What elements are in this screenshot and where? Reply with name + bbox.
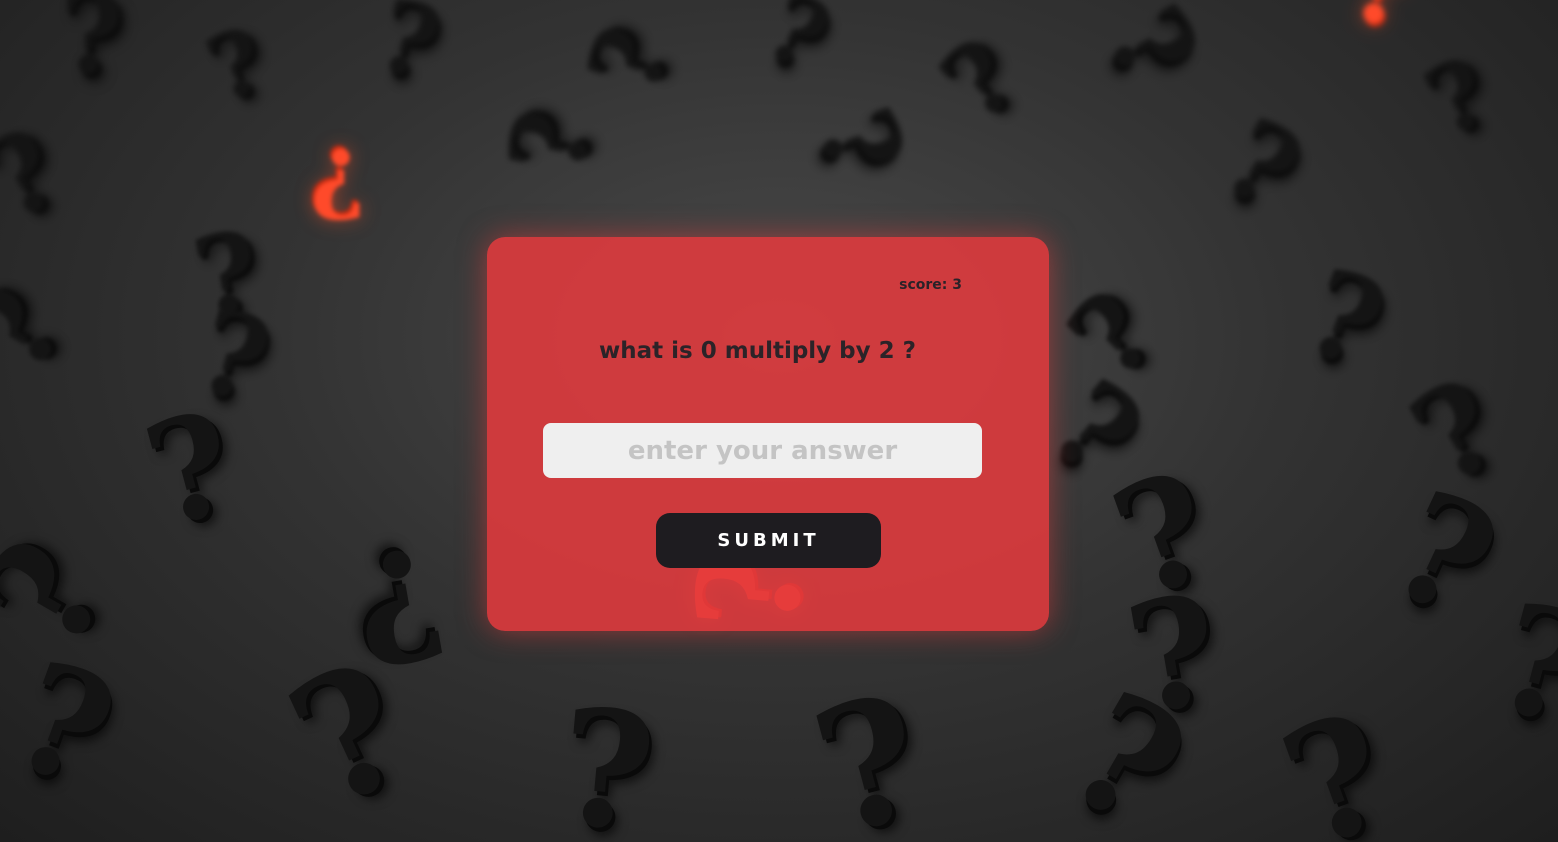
question-mark-icon: ? — [1080, 0, 1225, 105]
question-mark-icon: ? — [0, 102, 83, 247]
question-mark-icon: ? — [365, 0, 453, 105]
question-mark-icon: ? — [563, 12, 695, 108]
question-mark-icon: ? — [792, 92, 931, 193]
question-mark-icon: ? — [1366, 456, 1521, 654]
question-mark-icon: ? — [1260, 675, 1414, 842]
question-mark-icon: ? — [551, 672, 662, 842]
question-mark-icon: ? — [310, 127, 366, 238]
score-label: score: 3 — [899, 277, 962, 293]
question-mark-icon: ? — [749, 0, 847, 95]
question-mark-icon: ? — [1409, 35, 1507, 160]
question-mark-icon: ? — [1339, 0, 1425, 54]
submit-button[interactable]: SUBMIT — [656, 513, 881, 568]
question-mark-icon: ? — [1288, 241, 1403, 398]
question-mark-icon: ? — [193, 6, 280, 124]
quiz-card: score: 3 what is 0 multiply by 2 ? SUBMI… — [487, 237, 1049, 631]
question-mark-icon: ? — [1478, 568, 1558, 762]
question-mark-icon: ? — [1202, 92, 1323, 237]
question-mark-icon: ? — [795, 655, 944, 842]
question-mark-icon: ? — [1039, 655, 1215, 842]
question-text: what is 0 multiply by 2 ? — [599, 338, 917, 364]
question-mark-icon: ? — [483, 101, 617, 184]
question-mark-icon: ? — [60, 0, 125, 99]
answer-input[interactable] — [543, 423, 982, 478]
question-mark-icon: ? — [0, 627, 136, 823]
question-mark-icon: ? — [918, 15, 1040, 145]
question-mark-icon: ? — [0, 264, 94, 396]
